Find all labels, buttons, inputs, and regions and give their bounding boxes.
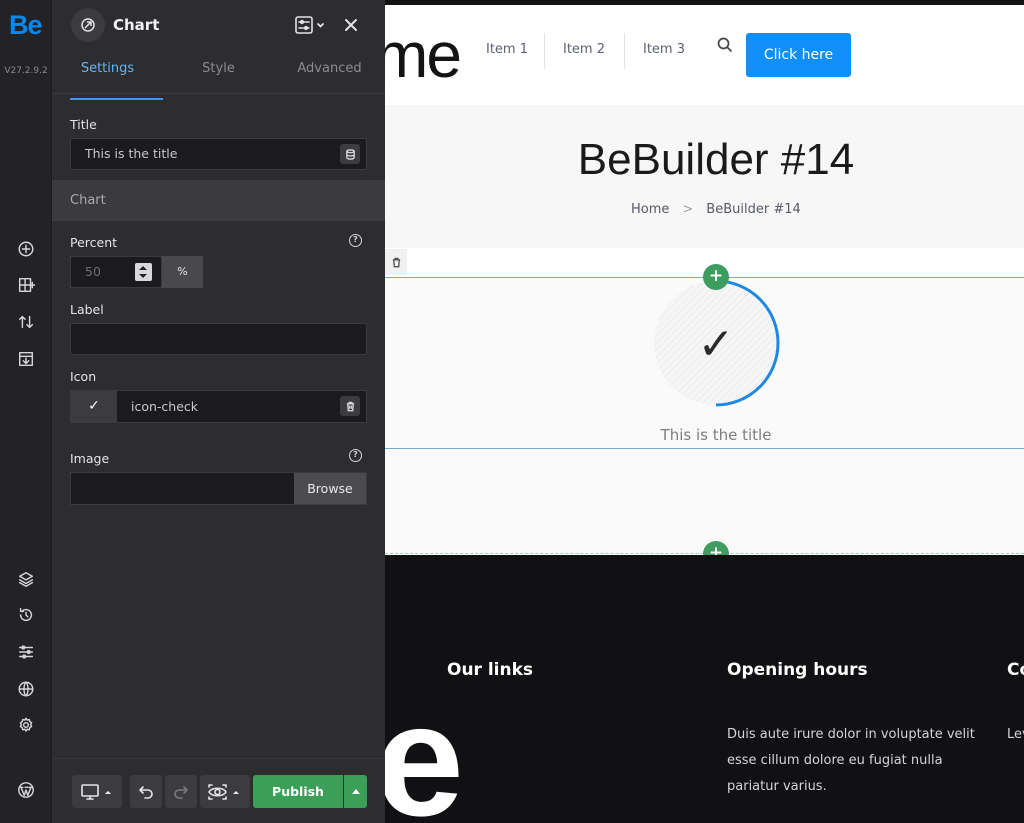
footer-heading-contact: Co	[1007, 660, 1024, 680]
chart-check-icon: ✓	[698, 319, 735, 370]
globe-icon[interactable]	[12, 675, 40, 703]
be-logo[interactable]: Be	[9, 10, 43, 41]
title-input-value: This is the title	[85, 146, 178, 161]
icon-picker-value: icon-check	[131, 399, 199, 414]
image-input[interactable]: Browse	[70, 472, 367, 505]
close-icon[interactable]	[341, 14, 361, 36]
page-hero: BeBuilder #14 Home > BeBuilder #14	[385, 105, 1024, 248]
publish-options-button[interactable]	[344, 775, 367, 808]
nav-item-2[interactable]: Item 2	[563, 42, 605, 57]
footer-contact-text: Lev Me Au	[1007, 727, 1024, 742]
preview-top-strip	[385, 0, 1024, 5]
label-input[interactable]	[70, 323, 367, 355]
footer-heading-hours: Opening hours	[727, 660, 868, 680]
click-here-button[interactable]: Click here	[746, 33, 851, 77]
panel-header: Chart	[52, 0, 385, 52]
breadcrumb-current: BeBuilder #14	[706, 202, 801, 217]
breadcrumb-separator: >	[682, 202, 694, 217]
nav-divider	[624, 33, 625, 69]
label-label: Label	[70, 302, 104, 317]
add-section-above-icon[interactable]: +	[703, 264, 729, 290]
bottom-toolbar: Publish	[52, 758, 385, 823]
icon-label: Icon	[70, 369, 97, 384]
device-preview-button[interactable]	[72, 775, 122, 808]
image-help-icon[interactable]: ?	[349, 449, 362, 462]
layers-icon[interactable]	[12, 565, 40, 593]
history-icon[interactable]	[12, 601, 40, 629]
nav-item-3[interactable]: Item 3	[643, 42, 685, 57]
chart-section-header[interactable]: Chart	[52, 180, 385, 221]
panel-tabs: Settings Style Advanced	[52, 52, 385, 100]
dynamic-data-icon[interactable]	[340, 144, 360, 164]
panel-title: Chart	[113, 16, 160, 34]
footer-hours-text: Duis aute irure dolor in voluptate velit…	[727, 727, 975, 794]
site-preview: me Item 1 Item 2 Item 3 Click here BeBui…	[385, 0, 1024, 823]
breadcrumb: Home > BeBuilder #14	[631, 202, 801, 217]
chart-section-label: Chart	[70, 193, 106, 208]
site-logo[interactable]: me	[385, 18, 462, 92]
percent-unit[interactable]: %	[162, 256, 203, 288]
tab-advanced[interactable]: Advanced	[274, 52, 385, 93]
footer-heading-links: Our links	[447, 660, 534, 680]
help-icon[interactable]: ?	[349, 234, 362, 247]
chart-element-icon	[71, 8, 105, 42]
percent-stepper[interactable]	[135, 263, 152, 281]
page-title: BeBuilder #14	[577, 135, 855, 184]
icon-picker[interactable]: ✓ icon-check	[70, 390, 367, 423]
section-delete-icon[interactable]	[385, 249, 407, 275]
sort-arrows-icon[interactable]	[12, 308, 40, 336]
element-settings-panel: Chart Settings Style Advanced Title This…	[52, 0, 385, 823]
search-icon[interactable]	[716, 36, 734, 54]
undo-button[interactable]	[130, 775, 162, 808]
image-label: Image	[70, 451, 110, 466]
percent-label: Percent	[70, 235, 118, 250]
title-input[interactable]: This is the title	[70, 138, 367, 170]
gear-icon[interactable]	[12, 711, 40, 739]
add-element-icon[interactable]	[12, 235, 40, 263]
nav-item-1[interactable]: Item 1	[486, 42, 528, 57]
empty-section[interactable]	[385, 450, 1024, 554]
import-template-icon[interactable]	[12, 345, 40, 373]
add-section-icon[interactable]	[12, 271, 40, 299]
settings-sliders-icon[interactable]	[12, 638, 40, 666]
browse-button[interactable]: Browse	[294, 473, 366, 504]
redo-button[interactable]	[165, 775, 197, 808]
trash-icon[interactable]	[340, 396, 360, 416]
chart-circle[interactable]: ✓	[651, 277, 781, 407]
wordpress-icon[interactable]	[12, 776, 40, 804]
nav-divider	[544, 33, 545, 69]
tab-style[interactable]: Style	[163, 52, 274, 93]
percent-value: 50	[85, 264, 101, 279]
tab-settings[interactable]: Settings	[52, 52, 163, 100]
version-label: V27.2.9.2	[4, 66, 48, 76]
preview-eye-button[interactable]	[200, 775, 250, 808]
chart-caption: This is the title	[660, 426, 772, 444]
breadcrumb-home[interactable]: Home	[631, 202, 669, 217]
percent-control: 50 %	[70, 256, 203, 288]
percent-input[interactable]: 50	[70, 256, 162, 288]
footer-logo-letter: e	[385, 670, 464, 823]
title-label: Title	[70, 117, 97, 132]
publish-button[interactable]: Publish	[253, 775, 343, 808]
check-icon[interactable]: ✓	[71, 391, 117, 422]
left-icon-rail: Be V27.2.9.2	[0, 0, 52, 823]
panel-options-icon[interactable]	[290, 14, 330, 36]
